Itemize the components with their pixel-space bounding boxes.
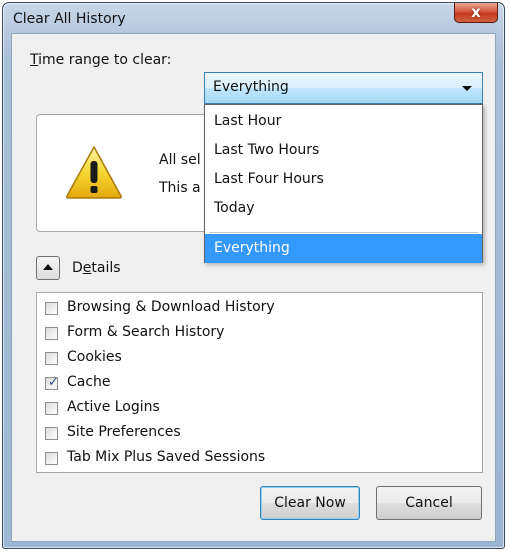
window-title: Clear All History: [13, 11, 126, 27]
dropdown-option-last-four-hours[interactable]: Last Four Hours: [205, 165, 482, 194]
checkbox[interactable]: [45, 327, 58, 340]
warning-triangle-icon: [66, 146, 122, 199]
time-range-selected-value: Everything: [213, 79, 289, 95]
close-button[interactable]: x: [454, 3, 498, 23]
details-label: Details: [72, 260, 121, 276]
dropdown-arrow-icon: [462, 86, 472, 91]
checkbox[interactable]: [45, 427, 58, 440]
chevron-up-icon: [43, 264, 53, 270]
checkbox[interactable]: [45, 452, 58, 465]
time-range-dropdown-menu[interactable]: Last Hour Last Two Hours Last Four Hours…: [204, 104, 483, 263]
time-range-select[interactable]: Everything: [204, 72, 483, 104]
dropdown-option-today[interactable]: Today: [205, 194, 482, 223]
checkmark-icon: ✓: [48, 375, 59, 390]
details-toggle-button[interactable]: [36, 256, 60, 280]
dropdown-separator: [209, 232, 478, 233]
history-items-list[interactable]: Browsing & Download History Form & Searc…: [36, 292, 483, 473]
checkbox[interactable]: [45, 302, 58, 315]
warning-text-line-2: This a: [159, 180, 201, 196]
checkbox[interactable]: ✓: [45, 375, 59, 390]
close-icon: x: [471, 3, 481, 21]
warning-text-line-1: All sel: [159, 152, 201, 168]
cancel-button[interactable]: Cancel: [376, 486, 482, 520]
title-bar[interactable]: Clear All History x: [3, 3, 504, 33]
checkbox[interactable]: [45, 402, 58, 415]
time-range-label: Time range to clear:: [30, 52, 172, 68]
clear-now-button[interactable]: Clear Now: [260, 486, 360, 520]
checkbox[interactable]: [45, 352, 58, 365]
dropdown-option-last-hour[interactable]: Last Hour: [205, 107, 482, 136]
dropdown-option-everything[interactable]: Everything: [205, 234, 482, 263]
dropdown-option-last-two-hours[interactable]: Last Two Hours: [205, 136, 482, 165]
